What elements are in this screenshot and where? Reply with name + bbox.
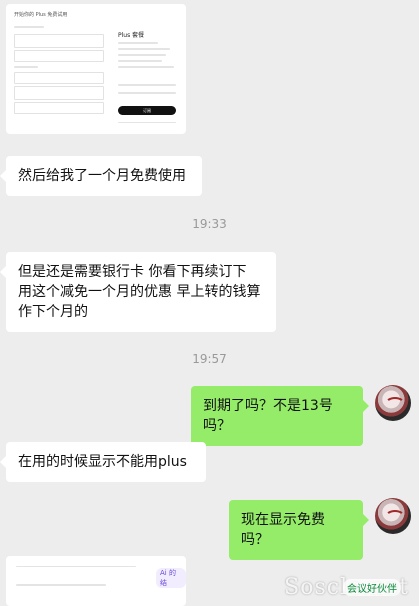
screenshot-line [16, 584, 106, 586]
outgoing-message[interactable]: 现在显示免费吗？ [229, 500, 369, 560]
screenshot-feature-line [118, 60, 162, 62]
screenshot-address-field [14, 86, 104, 100]
screenshot-price-line [118, 84, 176, 86]
incoming-message[interactable]: 但是还是需要银行卡 你看下再续订下 用这个减免一个月的优惠 早上转的钱算作下个月… [0, 252, 276, 332]
message-text: 到期了吗？不是13号吗？ [203, 398, 333, 434]
screenshot-card-field [14, 50, 104, 62]
screenshot-price-line [118, 92, 176, 94]
screenshot-header: 开始你的 Plus 免费试用 [14, 12, 68, 18]
watermark-subtitle: 会议好伙伴 [343, 579, 401, 596]
message-text: 现在显示免费吗？ [241, 512, 325, 548]
screenshot-address-field [14, 72, 104, 84]
screenshot-subscribe-button: 订阅 [118, 106, 176, 115]
screenshot-subscribe-label: 订阅 [143, 108, 151, 113]
screenshot-image-message[interactable]: Ai 的结 [6, 556, 186, 606]
screenshot-image-message[interactable]: 开始你的 Plus 免费试用 Plus 套餐 订阅 [6, 4, 186, 134]
screenshot-card-field [14, 34, 104, 48]
screenshot-feature-line [118, 66, 174, 68]
timestamp: 19:57 [192, 352, 227, 366]
user-avatar[interactable] [375, 385, 411, 421]
message-text: 然后给我了一个月免费使用 [18, 168, 186, 184]
user-avatar[interactable] [375, 498, 411, 534]
screenshot-address-field [14, 102, 104, 114]
incoming-message[interactable]: 然后给我了一个月免费使用 [0, 156, 202, 196]
screenshot-tag-text: Ai 的结 [160, 569, 176, 587]
screenshot-footnote [118, 122, 176, 123]
message-text: 在用的时候显示不能用plus [18, 454, 187, 470]
timestamp: 19:33 [192, 217, 227, 231]
message-text: 但是还是需要银行卡 你看下再续订下 用这个减免一个月的优惠 早上转的钱算作下个月… [18, 264, 261, 320]
screenshot-line [14, 66, 38, 68]
screenshot-feature-line [118, 48, 170, 50]
screenshot-line [16, 566, 136, 567]
screenshot-feature-line [118, 54, 166, 56]
outgoing-message[interactable]: 到期了吗？不是13号吗？ [191, 386, 369, 446]
screenshot-line [14, 26, 44, 28]
screenshot-tag: Ai 的结 [156, 568, 186, 588]
screenshot-plan-title: Plus 套餐 [118, 32, 145, 39]
screenshot-feature-line [118, 42, 158, 44]
incoming-message[interactable]: 在用的时候显示不能用plus [0, 442, 206, 482]
